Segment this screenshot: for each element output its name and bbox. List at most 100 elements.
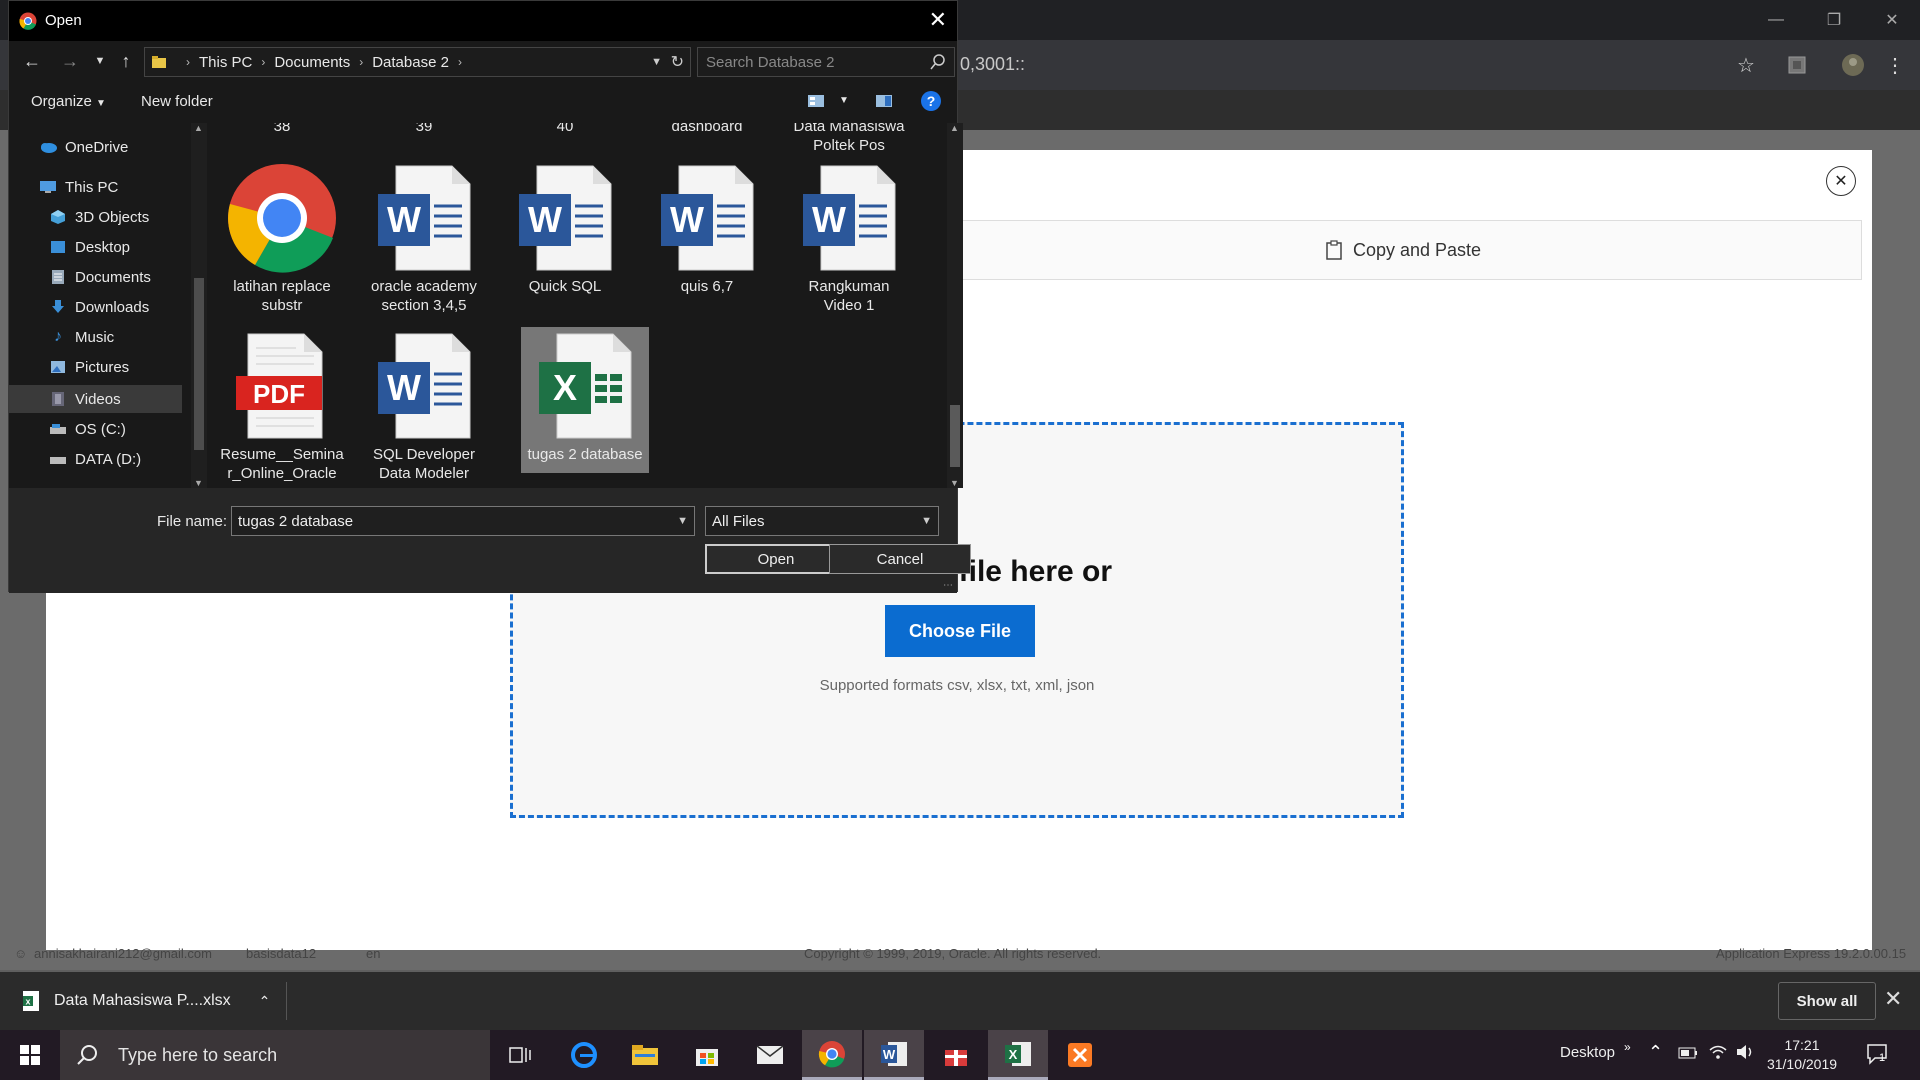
file-item[interactable]: W Quick SQL <box>501 159 629 296</box>
mail-icon[interactable] <box>740 1030 800 1080</box>
address-bar-url[interactable]: 0,3001:: <box>960 54 1025 75</box>
notification-count: 1 <box>1879 1052 1886 1064</box>
nav-item-music[interactable]: ♪ Music <box>49 323 114 351</box>
chrome-taskbar-icon[interactable] <box>802 1030 862 1080</box>
file-name: latihan replace substr <box>233 278 331 314</box>
recent-locations-chevron-icon[interactable]: ▼ <box>89 49 111 73</box>
scroll-up-icon[interactable]: ▲ <box>194 123 203 133</box>
tray-chevron-up-icon[interactable]: ⌃ <box>1648 1042 1663 1063</box>
nav-item-documents[interactable]: Documents <box>49 263 151 291</box>
file-item[interactable]: W quis 6,7 <box>643 159 771 296</box>
store-icon[interactable] <box>677 1030 737 1080</box>
organize-menu[interactable]: Organize ▼ <box>31 93 106 110</box>
file-item-selected[interactable]: X tugas 2 database <box>521 327 649 473</box>
download-item[interactable]: x Data Mahasiswa P....xlsx ⌃ <box>22 972 270 1030</box>
partial-file-label[interactable]: Data Mahasiswa Poltek Pos <box>785 123 913 155</box>
nav-item-desktop[interactable]: Desktop <box>49 233 130 261</box>
scrollbar-thumb[interactable] <box>194 278 204 450</box>
taskbar-clock[interactable]: 17:21 31/10/2019 <box>1762 1036 1842 1074</box>
address-breadcrumb[interactable]: › This PC › Documents › Database 2 › ▼ ↻ <box>144 47 691 77</box>
file-item[interactable]: PDF Resume__Semina r_Online_Oracle <box>218 327 346 483</box>
chevron-up-icon[interactable]: ⌃ <box>259 993 271 1010</box>
view-dropdown-chevron-icon[interactable]: ▼ <box>839 95 849 106</box>
preview-pane-icon[interactable] <box>875 94 893 113</box>
footer-user[interactable]: annisakhairani212@gmail.com <box>34 946 212 961</box>
download-bar-close-icon[interactable]: ✕ <box>1884 986 1902 1012</box>
scroll-up-icon[interactable]: ▲ <box>950 123 959 133</box>
extension-icon[interactable] <box>1782 50 1812 80</box>
gift-icon[interactable] <box>926 1030 986 1080</box>
battery-icon[interactable] <box>1678 1046 1698 1064</box>
new-folder-button[interactable]: New folder <box>141 93 213 110</box>
nav-item-this-pc[interactable]: This PC <box>39 173 118 201</box>
copy-paste-tab[interactable]: Copy and Paste <box>944 220 1862 280</box>
excel-taskbar-icon[interactable]: X <box>988 1030 1048 1080</box>
open-button[interactable]: Open <box>705 544 847 574</box>
minimize-button[interactable]: — <box>1748 0 1804 40</box>
file-item[interactable]: W Rangkuman Video 1 <box>785 159 913 315</box>
word-taskbar-icon[interactable]: W <box>864 1030 924 1080</box>
start-button[interactable] <box>0 1030 60 1080</box>
nav-item-onedrive[interactable]: OneDrive <box>39 133 128 161</box>
file-name-input[interactable]: tugas 2 database ▼ <box>231 506 695 536</box>
xampp-icon[interactable] <box>1050 1030 1110 1080</box>
notification-center-icon[interactable]: 1 <box>1866 1042 1892 1068</box>
breadcrumb-this-pc[interactable]: This PC <box>199 54 252 71</box>
wifi-icon[interactable] <box>1708 1044 1728 1065</box>
address-dropdown-chevron-icon[interactable]: ▼ <box>651 56 662 68</box>
file-name-dropdown-chevron-icon[interactable]: ▼ <box>677 515 688 527</box>
chrome-icon <box>218 159 346 277</box>
file-type-select[interactable]: All Files ▼ <box>705 506 939 536</box>
volume-icon[interactable] <box>1736 1044 1756 1065</box>
footer-workspace[interactable]: basisdata12 <box>246 946 316 961</box>
file-explorer-icon[interactable] <box>615 1030 675 1080</box>
scroll-down-icon[interactable]: ▼ <box>950 478 959 488</box>
file-item[interactable]: W SQL Developer Data Modeler <box>360 327 488 483</box>
refresh-icon[interactable]: ↻ <box>671 52 684 72</box>
file-list-scrollbar[interactable]: ▲ ▼ <box>947 123 963 488</box>
choose-file-button[interactable]: Choose File <box>885 605 1035 657</box>
taskbar-search-box[interactable]: Type here to search <box>60 1030 490 1080</box>
nav-item-pictures[interactable]: Pictures <box>49 353 129 381</box>
partial-file-label[interactable]: dashboard <box>643 123 771 136</box>
navigation-pane-scrollbar[interactable]: ▲ ▼ <box>191 123 207 488</box>
nav-item-data-d[interactable]: DATA (D:) <box>49 445 141 473</box>
download-file-name: Data Mahasiswa P....xlsx <box>54 992 231 1009</box>
tray-overflow-icon[interactable]: » <box>1624 1040 1631 1054</box>
modal-close-button[interactable]: ✕ <box>1826 166 1856 196</box>
breadcrumb-documents[interactable]: Documents <box>274 54 350 71</box>
breadcrumb-database-2[interactable]: Database 2 <box>372 54 449 71</box>
nav-item-3d-objects[interactable]: 3D Objects <box>49 203 149 231</box>
up-arrow-icon[interactable]: ↑ <box>115 49 137 73</box>
task-view-icon[interactable] <box>490 1030 550 1080</box>
close-window-button[interactable]: ✕ <box>1864 0 1920 40</box>
browser-menu-icon[interactable]: ⋮ <box>1880 50 1910 80</box>
back-arrow-icon[interactable]: ← <box>21 49 43 73</box>
cancel-button[interactable]: Cancel <box>829 544 971 574</box>
partial-file-label[interactable]: 40 <box>501 123 629 136</box>
open-file-dialog: Open ✕ ← → ▼ ↑ › This PC › Documents › D… <box>8 0 971 593</box>
restore-button[interactable]: ❐ <box>1806 0 1862 40</box>
tray-desktop-label[interactable]: Desktop <box>1560 1044 1615 1061</box>
partial-file-label[interactable]: 38 <box>218 123 346 136</box>
file-item[interactable]: W oracle academy section 3,4,5 <box>360 159 488 315</box>
bookmark-star-icon[interactable]: ☆ <box>1731 50 1761 80</box>
resize-grip-icon[interactable]: ⋯ <box>943 580 953 591</box>
show-all-button[interactable]: Show all <box>1778 982 1876 1020</box>
partial-file-label[interactable]: 39 <box>360 123 488 136</box>
scrollbar-thumb[interactable] <box>950 405 960 467</box>
help-icon[interactable]: ? <box>921 91 941 111</box>
nav-item-os-c[interactable]: OS (C:) <box>49 415 126 443</box>
footer-language[interactable]: en <box>366 946 380 961</box>
dialog-search-box[interactable]: Search Database 2 <box>697 47 955 77</box>
dialog-close-icon[interactable]: ✕ <box>929 7 947 33</box>
file-item[interactable]: latihan replace substr <box>218 159 346 315</box>
scroll-down-icon[interactable]: ▼ <box>194 478 203 488</box>
nav-item-downloads[interactable]: Downloads <box>49 293 149 321</box>
forward-arrow-icon[interactable]: → <box>59 49 81 73</box>
nav-label: Documents <box>75 268 151 286</box>
view-options-icon[interactable] <box>807 94 825 113</box>
edge-icon[interactable] <box>554 1030 614 1080</box>
nav-item-videos[interactable]: Videos <box>49 385 121 413</box>
profile-avatar[interactable] <box>1838 50 1868 80</box>
